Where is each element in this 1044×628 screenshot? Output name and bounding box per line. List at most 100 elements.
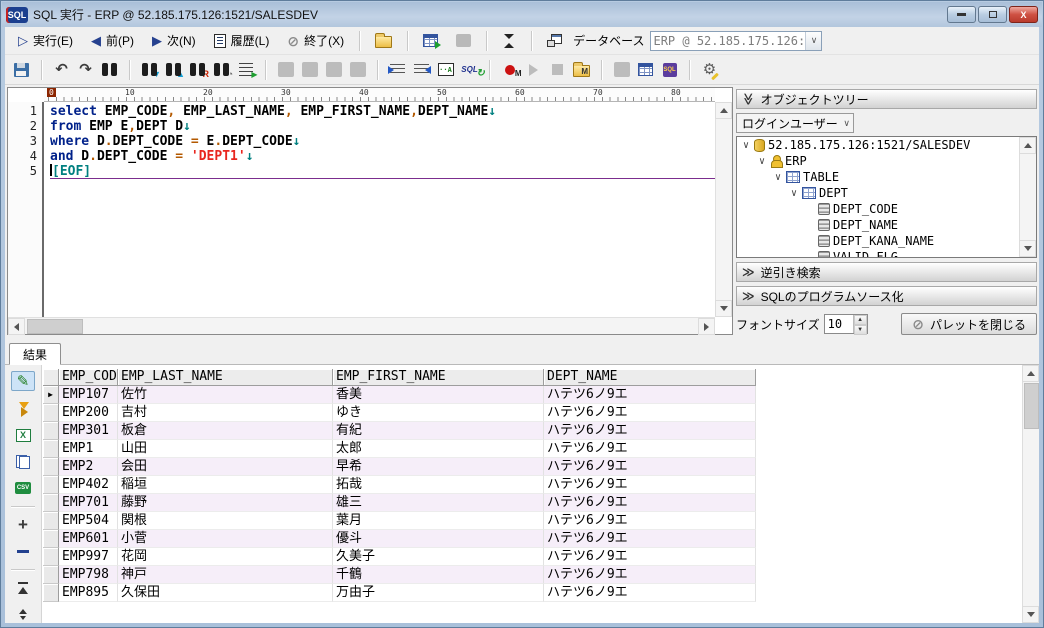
grid-cell[interactable]: EMP200 (59, 404, 118, 422)
grid-cell[interactable]: 雄三 (333, 494, 544, 512)
find-prev-button[interactable]: ▲ (165, 62, 182, 78)
code-line[interactable]: select EMP_CODE, EMP_LAST_NAME, EMP_FIRS… (50, 104, 715, 119)
grid-cell[interactable]: 万由子 (333, 584, 544, 602)
font-size-value[interactable]: 10 (825, 315, 853, 333)
row-selector[interactable] (43, 566, 59, 584)
save-button[interactable] (13, 62, 30, 78)
redo-button[interactable]: ↷ (77, 62, 94, 78)
database-combobox[interactable]: ERP @ 52.185.175.126:15 ∨ (650, 31, 822, 51)
export-excel-button[interactable]: X (11, 427, 35, 445)
grid-cell[interactable]: 板倉 (118, 422, 333, 440)
table-row[interactable]: EMP895久保田万由子ハテツ6ノ9エ (43, 584, 756, 602)
grid-cell[interactable]: 久美子 (333, 548, 544, 566)
delete-row-button[interactable] (11, 543, 35, 561)
row-step-button[interactable] (11, 606, 35, 624)
column-header-emp_code[interactable]: EMP_CODE (59, 369, 118, 386)
scrollbar-thumb[interactable] (1024, 383, 1039, 429)
spin-up-button[interactable]: ▲ (854, 315, 867, 325)
grid-cell[interactable]: 有紀 (333, 422, 544, 440)
edit-mode-button[interactable]: ✎ (11, 371, 35, 391)
tree-expander-icon[interactable]: ∨ (773, 172, 783, 183)
grid-cell[interactable]: ハテツ6ノ9エ (544, 512, 756, 530)
row-selector[interactable] (43, 530, 59, 548)
tree-item-erp[interactable]: ∨ERP (737, 153, 1036, 169)
table-row[interactable]: EMP402稲垣拓哉ハテツ6ノ9エ (43, 476, 756, 494)
table-row[interactable]: EMP798神戸千鶴ハテツ6ノ9エ (43, 566, 756, 584)
open-file-button[interactable] (368, 29, 399, 52)
table-row[interactable]: EMP504関根葉月ハテツ6ノ9エ (43, 512, 756, 530)
reverse-search-header[interactable]: ≫ 逆引き検索 (736, 262, 1037, 282)
db-window-button[interactable] (540, 30, 569, 51)
editor-code-area[interactable]: select EMP_CODE, EMP_LAST_NAME, EMP_FIRS… (46, 102, 715, 317)
format-sql-button[interactable]: SQL (461, 62, 478, 78)
grid-cell[interactable]: ハテツ6ノ9エ (544, 494, 756, 512)
grid-cell[interactable]: ハテツ6ノ9エ (544, 566, 756, 584)
login-user-combobox[interactable]: ログインユーザー ∨ (736, 113, 854, 133)
grid-cell[interactable]: 香美 (333, 386, 544, 404)
tree-item-dept-code[interactable]: DEPT_CODE (737, 201, 1036, 217)
grid-cell[interactable]: 千鶴 (333, 566, 544, 584)
grid-cell[interactable]: EMP997 (59, 548, 118, 566)
grid-cell[interactable]: EMP107 (59, 386, 118, 404)
grid-cell[interactable]: 藤野 (118, 494, 333, 512)
next-button[interactable]: ▶ 次(N) (145, 28, 203, 53)
grid-cell[interactable]: ハテツ6ノ9エ (544, 404, 756, 422)
grid-cell[interactable]: 早希 (333, 458, 544, 476)
tree-item-dept[interactable]: ∨DEPT (737, 185, 1036, 201)
table-row[interactable]: EMP200吉村ゆきハテツ6ノ9エ (43, 404, 756, 422)
tree-expander-icon[interactable]: ∨ (757, 156, 767, 167)
grid-cell[interactable]: 稲垣 (118, 476, 333, 494)
row-selector[interactable] (43, 512, 59, 530)
code-line[interactable]: from EMP E,DEPT D↓ (50, 119, 715, 134)
table-row[interactable]: EMP701藤野雄三ハテツ6ノ9エ (43, 494, 756, 512)
table-row[interactable]: EMP601小菅優斗ハテツ6ノ9エ (43, 530, 756, 548)
table-row[interactable]: EMP1山田太郎ハテツ6ノ9エ (43, 440, 756, 458)
find-button[interactable] (101, 62, 118, 78)
sql-library-button[interactable]: SQL (661, 62, 678, 78)
settings-button[interactable]: ⚙ (701, 62, 718, 78)
sql-to-source-header[interactable]: ≫ SQLのプログラムソース化 (736, 286, 1037, 306)
grid-cell[interactable]: EMP301 (59, 422, 118, 440)
result-grid[interactable]: EMP_CODEEMP_LAST_NAMEEMP_FIRST_NAMEDEPT_… (43, 369, 756, 602)
grid-cell[interactable]: 拓哉 (333, 476, 544, 494)
tree-expander-icon[interactable]: ∨ (789, 188, 799, 199)
run-button[interactable]: ▷ 実行(E) (11, 28, 80, 53)
scroll-down-button[interactable] (1019, 240, 1036, 257)
grid-cell[interactable]: 小菅 (118, 530, 333, 548)
chevron-down-icon[interactable]: ∨ (805, 32, 821, 50)
row-selector[interactable] (43, 494, 59, 512)
outdent-button[interactable] (413, 62, 430, 78)
tree-item-dept-kana-name[interactable]: DEPT_KANA_NAME (737, 233, 1036, 249)
history-button[interactable]: 履歴(L) (207, 28, 277, 53)
table-row[interactable]: EMP301板倉有紀ハテツ6ノ9エ (43, 422, 756, 440)
grid-cell[interactable]: 優斗 (333, 530, 544, 548)
grid-cell[interactable]: EMP1 (59, 440, 118, 458)
tree-vertical-scrollbar[interactable] (1019, 137, 1036, 257)
fit-panes-button[interactable] (495, 30, 523, 52)
tree-item-52-185-175-126-1521-salesdev[interactable]: ∨52.185.175.126:1521/SALESDEV (737, 137, 1036, 153)
grid-cell[interactable]: ハテツ6ノ9エ (544, 422, 756, 440)
row-selector[interactable] (43, 404, 59, 422)
column-header-emp_last_name[interactable]: EMP_LAST_NAME (118, 369, 333, 386)
grid-cell[interactable]: 葉月 (333, 512, 544, 530)
grid-cell[interactable]: 花岡 (118, 548, 333, 566)
scroll-right-button[interactable] (698, 318, 715, 335)
object-tree[interactable]: ∨52.185.175.126:1521/SALESDEV∨ERP∨TABLE∨… (736, 136, 1037, 258)
result-vertical-scrollbar[interactable] (1022, 365, 1039, 623)
current-row-marker[interactable]: ▶ (43, 386, 59, 404)
grid-cell[interactable]: ハテツ6ノ9エ (544, 584, 756, 602)
incremental-find-button[interactable]: ◔ (213, 62, 230, 78)
grid-cell[interactable]: 吉村 (118, 404, 333, 422)
copy-button[interactable] (11, 453, 35, 471)
grid-cell[interactable]: EMP798 (59, 566, 118, 584)
scroll-up-button[interactable] (1022, 365, 1039, 382)
macro-record-button[interactable] (501, 62, 518, 78)
table-row[interactable]: EMP997花岡久美子ハテツ6ノ9エ (43, 548, 756, 566)
grid-cell[interactable]: ゆき (333, 404, 544, 422)
quit-button[interactable]: ⊘ 終了(X) (280, 28, 351, 53)
object-tree-header[interactable]: ≫ オブジェクトツリー (736, 89, 1037, 109)
scroll-left-button[interactable] (8, 318, 25, 335)
tree-expander-icon[interactable]: ∨ (741, 140, 751, 151)
grid-cell[interactable]: 久保田 (118, 584, 333, 602)
replace-button[interactable]: R (189, 62, 206, 78)
